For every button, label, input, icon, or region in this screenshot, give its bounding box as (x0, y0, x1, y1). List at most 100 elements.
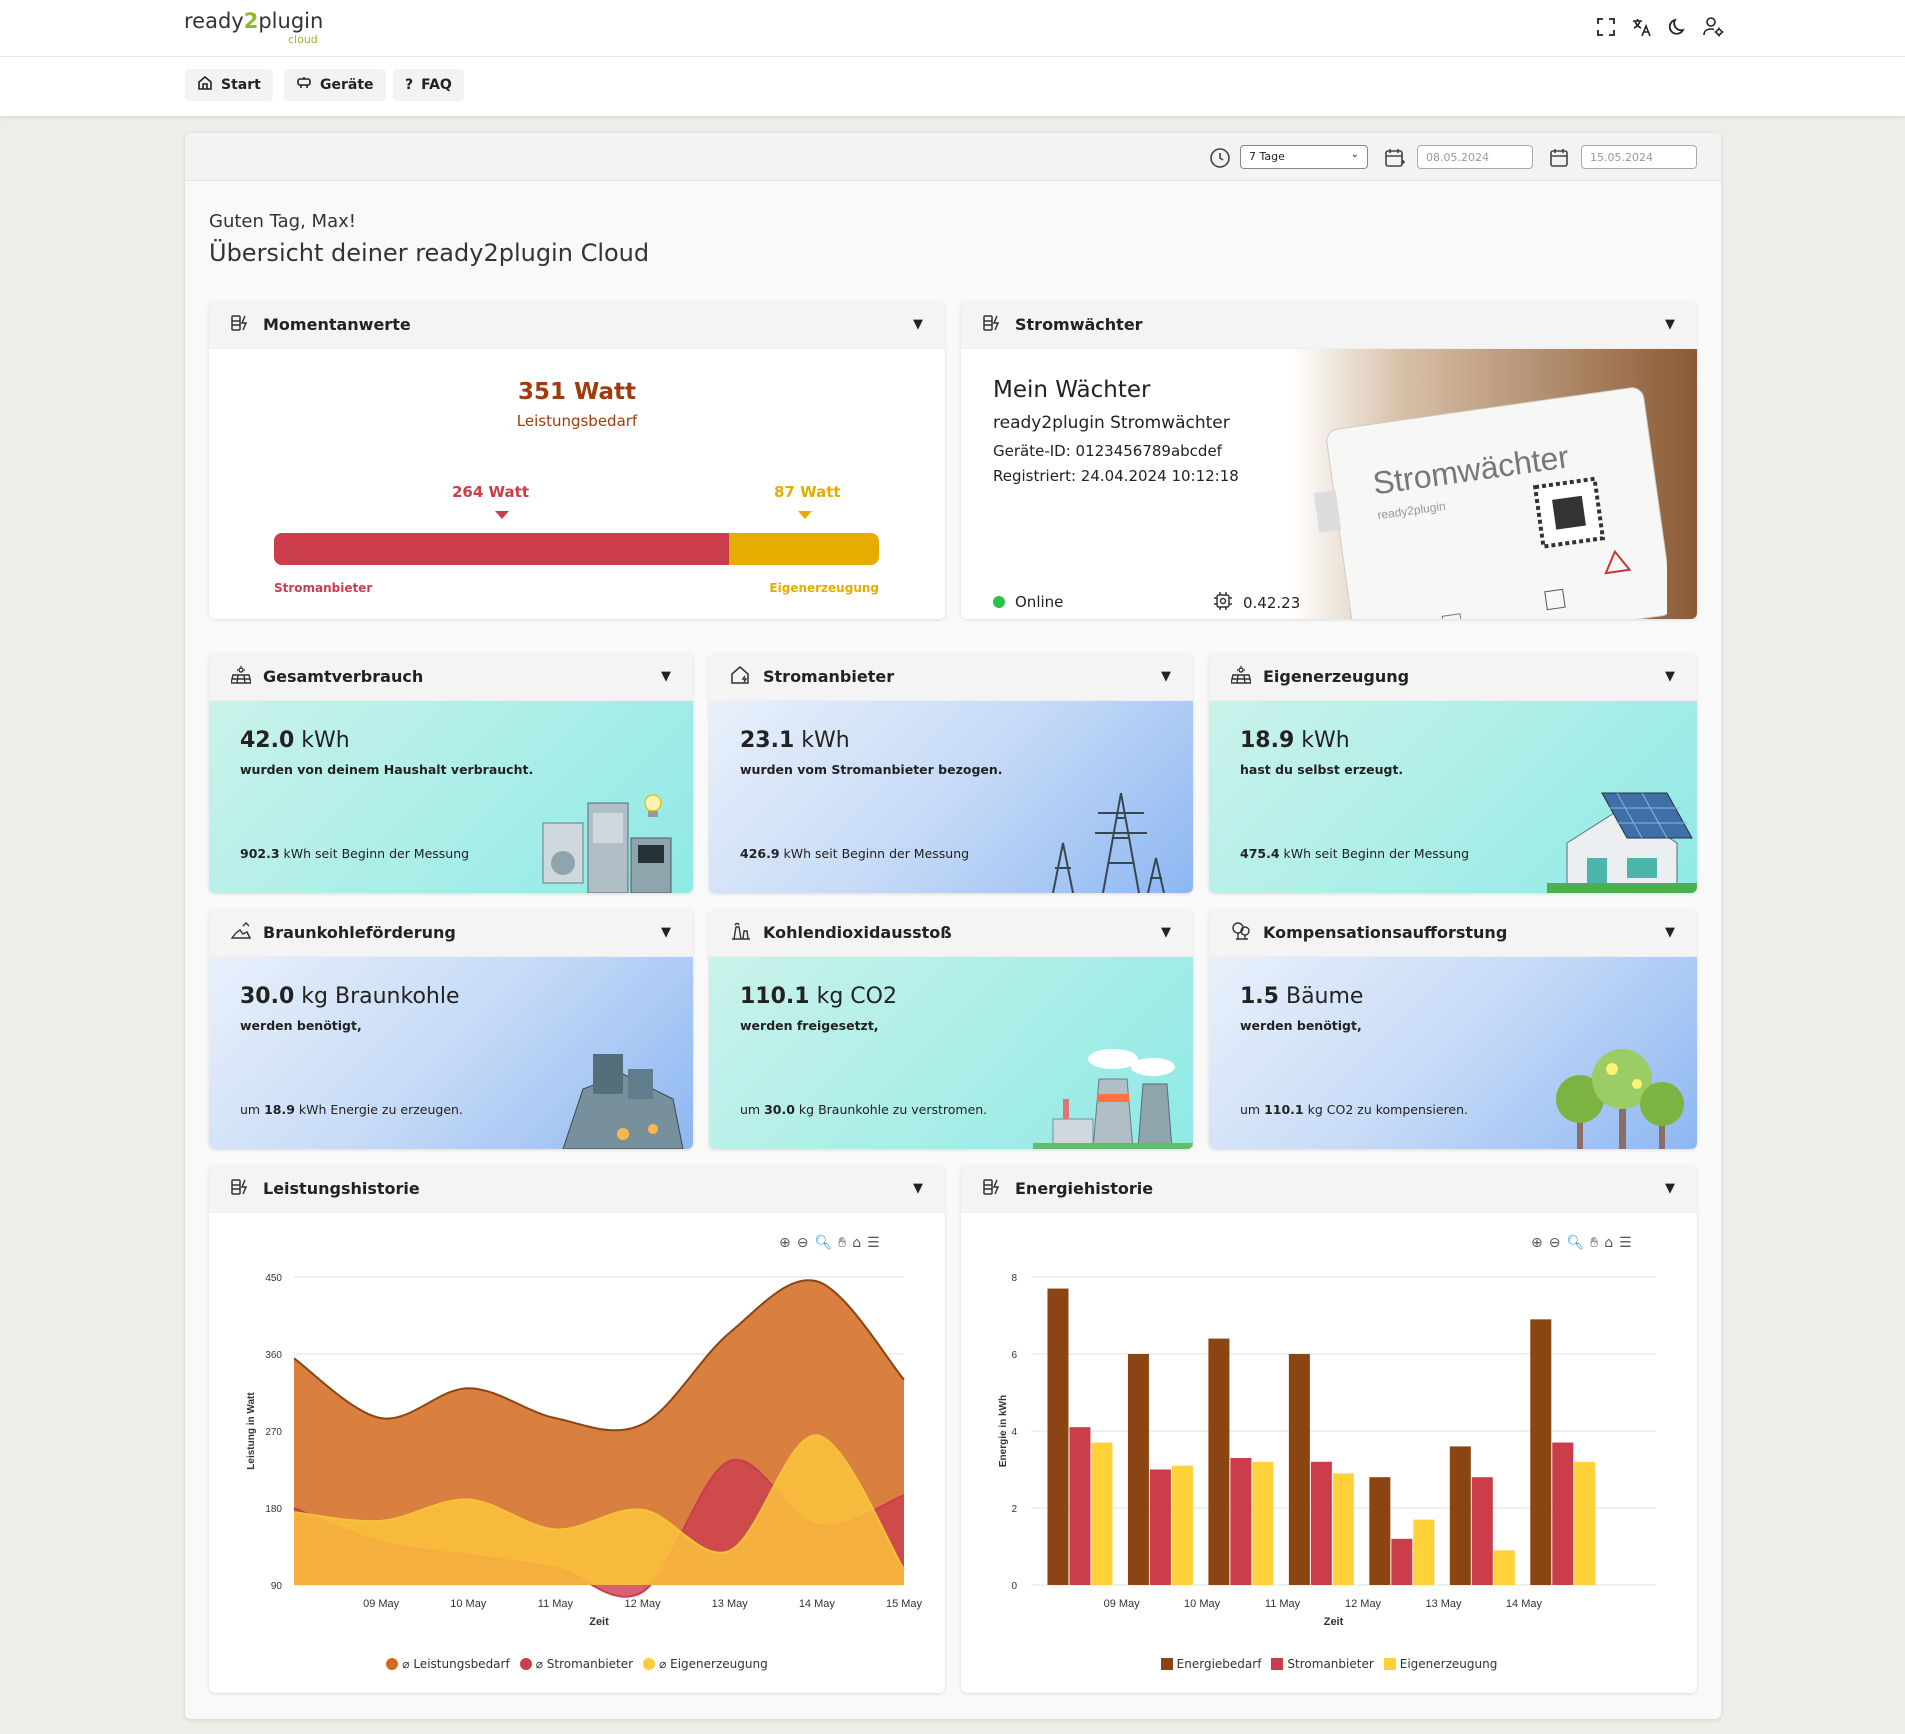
greeting: Guten Tag, Max! (209, 211, 356, 232)
tile-total: 902.3 kWh seit Beginn der Messung (240, 846, 470, 861)
solar-panel-icon (1230, 665, 1252, 688)
momentanwerte-header[interactable]: Momentanwerte ▼ (209, 301, 945, 349)
trees-illustration (1556, 1049, 1684, 1149)
device-status: Online (993, 593, 1063, 611)
total-power-value: 351 Watt (517, 379, 637, 405)
power-history-legend: ⌀ Leistungsbedarf ⌀ Stromanbieter ⌀ Eigene… (209, 1657, 945, 1671)
collapse-caret-icon[interactable]: ▼ (661, 669, 671, 684)
bar-stromanbieter (1149, 1469, 1171, 1585)
nav-start-button[interactable]: Start (185, 69, 273, 101)
date-from-input[interactable]: 08.05.2024 (1417, 145, 1533, 169)
tile-total: um 30.0 kg Braunkohle zu verstromen. (740, 1102, 988, 1117)
tile-value: 1.5 Bäume (1240, 984, 1364, 1009)
tile-description: wurden von deinem Haushalt verbraucht. (240, 762, 534, 777)
nav-faq-button[interactable]: ? FAQ (393, 69, 464, 101)
legend-label: Eigenerzeugung (1399, 1657, 1498, 1671)
meter-bolt-icon (983, 1178, 1003, 1200)
legend-item[interactable]: Stromanbieter (1271, 1657, 1374, 1671)
tile-title: Gesamtverbrauch (263, 667, 424, 686)
fullscreen-icon[interactable] (1595, 16, 1617, 38)
chart-menu-icon[interactable]: ☰ (867, 1235, 880, 1251)
tile-header[interactable]: Eigenerzeugung ▼ (1209, 653, 1697, 701)
zoom-in-icon[interactable]: ⊕ (779, 1235, 791, 1251)
collapse-caret-icon[interactable]: ▼ (1161, 925, 1171, 940)
logo-text-accent: 2 (243, 9, 259, 33)
firmware-version: 0.42.23 (1243, 594, 1301, 612)
logo[interactable]: ready2plugin cloud (184, 9, 323, 46)
zoom-in-icon[interactable]: ⊕ (1531, 1235, 1543, 1251)
tile-value: 18.9 kWh (1240, 728, 1350, 753)
user-settings-icon[interactable] (1703, 16, 1725, 38)
collapse-caret-icon[interactable]: ▼ (1161, 669, 1171, 684)
collapse-caret-icon[interactable]: ▼ (1665, 317, 1675, 332)
tile-value: 110.1 kg CO2 (740, 984, 897, 1009)
leistungshistorie-header[interactable]: Leistungshistorie ▼ (209, 1165, 945, 1213)
energiehistorie-header[interactable]: Energiehistorie ▼ (961, 1165, 1697, 1213)
tile-header[interactable]: Gesamtverbrauch ▼ (209, 653, 693, 701)
nav-devices-button[interactable]: Geräte (284, 69, 386, 101)
x-tick-label: 14 May (1506, 1598, 1543, 1610)
zoom-out-icon[interactable]: ⊖ (797, 1235, 809, 1251)
reset-home-icon[interactable]: ⌂ (852, 1235, 861, 1251)
collapse-caret-icon[interactable]: ▼ (1665, 925, 1675, 940)
power-tower-illustration (1052, 792, 1165, 893)
grid-power-value: 264 Watt (452, 483, 530, 501)
tile-header[interactable]: Stromanbieter ▼ (709, 653, 1193, 701)
tile-header[interactable]: Kompensationsaufforstung ▼ (1209, 909, 1697, 957)
bar-stromanbieter (1310, 1461, 1332, 1585)
tile-gesamtverbrauch: Gesamtverbrauch ▼ 42.0 kWh wurden von de… (209, 653, 693, 893)
chip-icon (1213, 591, 1233, 615)
pan-hand-icon[interactable]: ✋︎ (838, 1235, 846, 1251)
collapse-caret-icon[interactable]: ▼ (1665, 1181, 1675, 1196)
legend-item[interactable]: Energiebedarf (1160, 1657, 1261, 1671)
dark-mode-icon[interactable] (1667, 16, 1689, 38)
total-power-label: Leistungsbedarf (516, 412, 638, 430)
legend-item[interactable]: Eigenerzeugung (1383, 1657, 1498, 1671)
bar-eigenerzeugung (1493, 1550, 1515, 1585)
power-split-grid-fill (274, 533, 729, 565)
tile-title: Eigenerzeugung (1263, 667, 1410, 686)
main-card: 7 Tage ⌄ 08.05.2024 15.05.2024 Guten Tag… (185, 133, 1721, 1719)
y-tick-label: 450 (265, 1273, 282, 1284)
collapse-caret-icon[interactable]: ▼ (1665, 669, 1675, 684)
own-power-value: 87 Watt (774, 483, 841, 501)
magnifier-icon[interactable]: 🔍︎ (1566, 1235, 1584, 1251)
collapse-caret-icon[interactable]: ▼ (913, 317, 923, 332)
bar-eigenerzeugung (1171, 1465, 1193, 1585)
zoom-out-icon[interactable]: ⊖ (1549, 1235, 1561, 1251)
filter-bar: 7 Tage ⌄ 08.05.2024 15.05.2024 (185, 133, 1721, 181)
y-tick-label: 270 (265, 1427, 282, 1438)
tile-header[interactable]: Kohlendioxidausstoß ▼ (709, 909, 1193, 957)
legend-label: ⌀ Eigenerzeugung (659, 1657, 768, 1671)
collapse-caret-icon[interactable]: ▼ (913, 1181, 923, 1196)
reset-home-icon[interactable]: ⌂ (1604, 1235, 1613, 1251)
range-select-value: 7 Tage (1249, 150, 1285, 163)
x-axis-label: Zeit (589, 1616, 609, 1628)
collapse-caret-icon[interactable]: ▼ (661, 925, 671, 940)
tile-value: 42.0 kWh (240, 728, 350, 753)
stromwaechter-header[interactable]: Stromwächter ▼ (961, 301, 1697, 349)
pan-hand-icon[interactable]: ✋︎ (1590, 1235, 1598, 1251)
tile-header[interactable]: Braunkohleförderung ▼ (209, 909, 693, 957)
date-to-input[interactable]: 15.05.2024 (1581, 145, 1697, 169)
x-axis-label: Zeit (1324, 1616, 1344, 1628)
bar-stromanbieter (1471, 1477, 1493, 1585)
chevron-down-icon: ⌄ (1350, 149, 1359, 160)
legend-item[interactable]: ⌀ Stromanbieter (519, 1657, 633, 1671)
tile-title: Kohlendioxidausstoß (763, 923, 952, 942)
chart-toolbar: ⊕ ⊖ 🔍︎ ✋︎ ⌂ ☰ (779, 1235, 880, 1251)
own-marker (798, 511, 812, 519)
energiehistorie-title: Energiehistorie (1015, 1179, 1154, 1198)
chart-menu-icon[interactable]: ☰ (1619, 1235, 1632, 1251)
range-select[interactable]: 7 Tage ⌄ (1240, 145, 1368, 169)
magnifier-icon[interactable]: 🔍︎ (814, 1235, 832, 1251)
translate-icon[interactable] (1631, 16, 1653, 38)
legend-marker (1383, 1658, 1396, 1670)
tile-body: 110.1 kg CO2 werden freigesetzt, um 30.0… (709, 957, 1193, 1149)
device-image: Stromwächter ready2plugin (1313, 387, 1667, 619)
tile-description: wurden vom Stromanbieter bezogen. (740, 762, 1003, 777)
nav-devices-label: Geräte (320, 77, 374, 93)
legend-item[interactable]: ⌀ Leistungsbedarf (386, 1657, 510, 1671)
legend-marker (519, 1658, 532, 1670)
legend-item[interactable]: ⌀ Eigenerzeugung (643, 1657, 768, 1671)
